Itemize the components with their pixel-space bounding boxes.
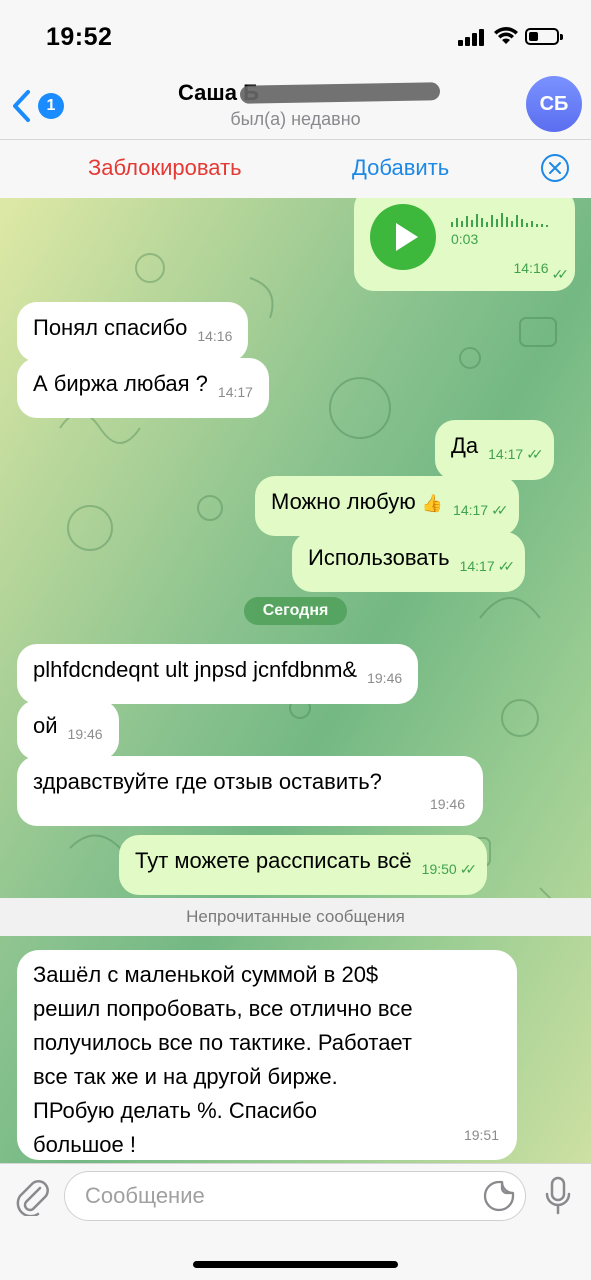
block-button[interactable]: Заблокировать [88, 155, 242, 181]
double-check-icon: ✓✓ [497, 558, 516, 574]
play-button[interactable] [370, 204, 436, 270]
message-bubble-in[interactable]: plhfdcndeqnt ult jnpsd jcnfdbnm& 19:46 [17, 644, 419, 704]
message-time: 14:16 ✓✓ [513, 260, 570, 282]
home-indicator [193, 1261, 398, 1268]
message-text: ой [33, 713, 58, 738]
avatar[interactable]: СБ [526, 76, 582, 132]
message-bubble-out[interactable]: Можно любую 👍 14:17 ✓✓ [255, 476, 519, 536]
message-bubble-in[interactable]: Зашёл с маленькой суммой в 20$ решил поп… [17, 950, 517, 1160]
status-bar: 19:52 [0, 0, 591, 70]
message-line: получилось все по тактике. Работает [33, 1030, 413, 1055]
message-time: 14:17 [459, 558, 495, 574]
add-contact-button[interactable]: Добавить [352, 155, 449, 181]
paperclip-icon[interactable] [14, 1176, 50, 1216]
unread-messages-divider: Непрочитанные сообщения [0, 898, 591, 936]
microphone-icon[interactable] [544, 1176, 572, 1216]
contact-status: был(а) недавно [230, 109, 361, 129]
message-line: решил попробовать, все отлично все [33, 996, 413, 1021]
thumbs-up-emoji: 👍 [421, 494, 444, 513]
composer-bar [0, 1163, 591, 1280]
message-text: А биржа любая ? [33, 371, 208, 396]
message-time: 19:51 [463, 1127, 499, 1143]
message-text: Можно любую [271, 489, 416, 514]
action-bar: Заблокировать Добавить [0, 140, 591, 198]
message-line: все так же и на другой бирже. [33, 1064, 338, 1089]
wifi-icon [494, 27, 518, 44]
message-time: 19:46 [67, 726, 103, 742]
message-bubble-in[interactable]: ой 19:46 [17, 700, 119, 760]
message-text: здравствуйте где отзыв оставить? [33, 769, 382, 794]
message-text: Тут можете рассписать всё [135, 848, 412, 873]
status-time: 19:52 [46, 23, 113, 51]
chat-area[interactable]: 0:03 14:16 ✓✓ Понял спасибо 14:16 А биржа … [0, 198, 591, 1163]
play-icon [396, 223, 418, 251]
voice-duration: 0:03 [451, 231, 479, 247]
date-separator: Сегодня [244, 597, 347, 625]
voice-waveform[interactable] [451, 213, 551, 227]
message-text: Понял спасибо [33, 315, 188, 340]
message-text: plhfdcndeqnt ult jnpsd jcnfdbnm& [33, 657, 358, 682]
message-bubble-in[interactable]: Понял спасибо 14:16 [17, 302, 249, 362]
message-time: 14:17 [217, 384, 253, 400]
double-check-icon: ✓✓ [491, 502, 509, 518]
message-time: 19:50 [421, 861, 457, 877]
chat-header: 1 Саша Б был(а) недавно СБ [0, 70, 591, 140]
message-time: 14:17 [453, 502, 489, 518]
voice-message[interactable]: 0:03 14:16 ✓✓ [354, 198, 575, 291]
message-line: ПРобую делать %. Спасибо [33, 1098, 318, 1123]
redaction-scribble [239, 82, 441, 104]
message-bubble-out[interactable]: Тут можете рассписать всё 19:50 ✓✓ [119, 835, 488, 895]
double-check-icon: ✓✓ [526, 446, 544, 462]
message-bubble-in[interactable]: А биржа любая ? 14:17 [17, 358, 269, 418]
message-time: 14:16 [197, 328, 233, 344]
message-bubble-out[interactable]: Использовать 14:17 ✓✓ [292, 532, 526, 592]
message-text: Использовать [308, 545, 450, 570]
message-input[interactable] [64, 1171, 526, 1221]
message-time: 14:17 [488, 446, 524, 462]
double-check-icon: ✓✓ [551, 266, 570, 282]
battery-icon [525, 28, 563, 45]
message-time: 19:46 [429, 796, 465, 812]
message-bubble-in[interactable]: здравствуйте где отзыв оставить? 19:46 [17, 756, 483, 826]
close-icon[interactable] [540, 153, 570, 183]
message-line: большое ! [33, 1132, 136, 1157]
message-bubble-out[interactable]: Да 14:17 ✓✓ [435, 420, 554, 480]
message-time: 19:46 [367, 670, 403, 686]
double-check-icon: ✓✓ [459, 861, 478, 877]
message-line: Зашёл с маленькой суммой в 20$ [33, 962, 379, 987]
signal-icon [458, 29, 488, 46]
message-text: Да [451, 433, 479, 458]
sticker-icon[interactable] [482, 1179, 516, 1213]
